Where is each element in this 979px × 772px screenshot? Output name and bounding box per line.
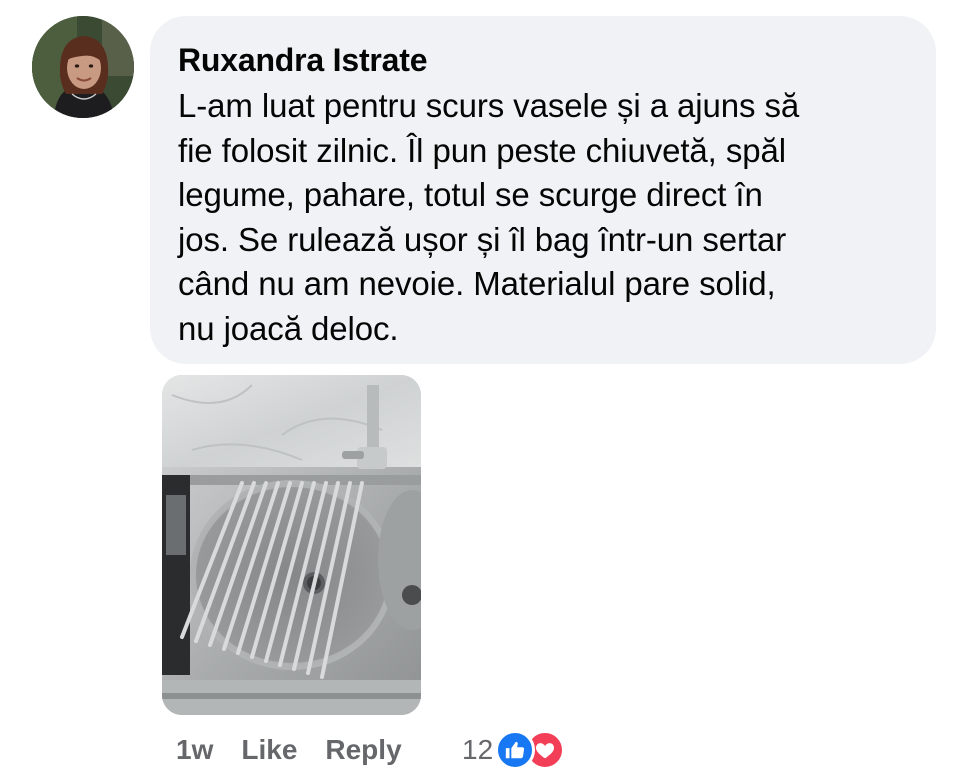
author-avatar[interactable] (32, 16, 134, 118)
profile-photo-icon (32, 16, 134, 118)
comment: Ruxandra Istrate L-am luat pentru scurs … (0, 0, 979, 772)
comment-actions: 1w Like Reply (176, 730, 430, 770)
comment-line: când nu am nevoie. Materialul pare solid… (178, 265, 776, 302)
comment-bubble: Ruxandra Istrate L-am luat pentru scurs … (150, 16, 936, 364)
comment-text: L-am luat pentru scurs vasele și a ajuns… (178, 84, 898, 351)
attached-photo[interactable] (162, 375, 421, 715)
like-button[interactable]: Like (241, 734, 297, 766)
comment-line: fie folosit zilnic. Îl pun peste chiuvet… (178, 131, 786, 169)
like-icon (495, 730, 536, 770)
comment-line: jos. Se rulează ușor și îl bag într-un s… (178, 220, 787, 258)
sink-photo-icon (162, 375, 421, 715)
reply-button[interactable]: Reply (325, 734, 401, 766)
author-name[interactable]: Ruxandra Istrate (178, 40, 908, 80)
comment-line: nu joacă deloc. (178, 309, 399, 347)
comment-timestamp[interactable]: 1w (176, 734, 213, 766)
comment-line: L-am luat pentru scurs vasele și a ajuns… (178, 87, 800, 124)
reaction-count: 12 (462, 734, 494, 765)
comment-line: legume, pahare, totul se scurge direct î… (178, 176, 763, 213)
reaction-summary[interactable]: 12 (462, 728, 566, 772)
